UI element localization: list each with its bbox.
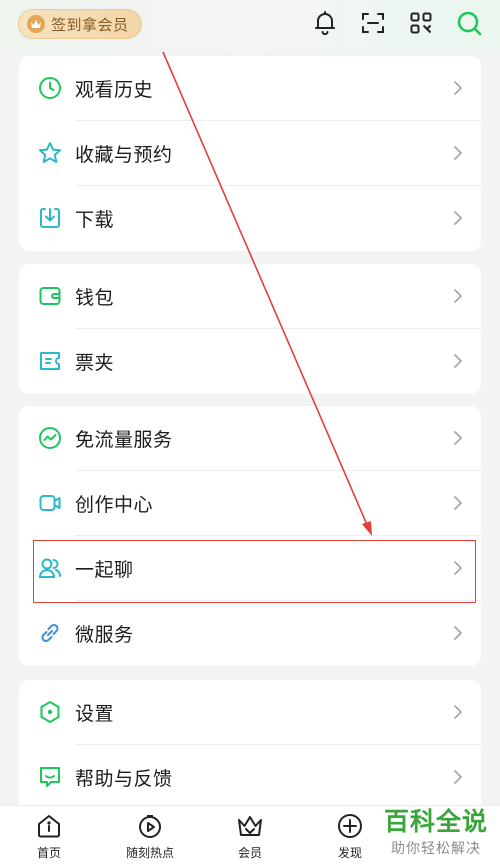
menu-item-ticket-holder[interactable]: 票夹 xyxy=(19,329,481,394)
chevron-right-icon xyxy=(453,625,463,641)
tab-vip[interactable]: 会员 xyxy=(220,812,280,861)
star-icon xyxy=(38,141,62,165)
tab-label: 首页 xyxy=(36,846,61,860)
tab-label: 发现 xyxy=(337,846,362,860)
menu-item-label: 票夹 xyxy=(75,352,115,374)
search-icon[interactable] xyxy=(456,10,482,36)
chevron-right-icon xyxy=(453,145,463,161)
menu-item-wallet[interactable]: 钱包 xyxy=(19,264,481,329)
tab-label: 会员 xyxy=(237,846,262,860)
watermark-title: 百科全说 xyxy=(383,807,488,836)
menu-group-history: 观看历史 收藏与预约 下载 xyxy=(19,56,481,251)
hex-settings-icon xyxy=(38,700,62,724)
menu-item-label: 微服务 xyxy=(75,624,134,646)
download-icon xyxy=(38,206,62,230)
menu-item-creator-center[interactable]: 创作中心 xyxy=(19,471,481,536)
chevron-right-icon xyxy=(453,769,463,785)
menu-item-label: 收藏与预约 xyxy=(75,144,173,166)
menu-item-micro-services[interactable]: 微服务 xyxy=(19,601,481,666)
feedback-icon xyxy=(38,765,62,789)
tab-home[interactable]: 首页 xyxy=(19,812,79,861)
menu-item-free-data[interactable]: 免流量服务 xyxy=(19,406,481,471)
menu-group-services: 免流量服务 创作中心 一起聊 微服务 xyxy=(19,406,481,666)
checkin-vip-button[interactable]: 签到拿会员 xyxy=(18,9,142,39)
menu-item-favorites[interactable]: 收藏与预约 xyxy=(19,121,481,186)
menu-item-label: 设置 xyxy=(75,703,115,725)
menu-group-settings: 设置 帮助与反馈 xyxy=(19,680,481,820)
trend-icon xyxy=(38,426,62,450)
home-icon xyxy=(35,812,63,840)
scan-icon[interactable] xyxy=(360,10,386,36)
chevron-right-icon xyxy=(453,704,463,720)
menu-item-label: 帮助与反馈 xyxy=(75,768,173,790)
clock-icon xyxy=(38,76,62,100)
watermark: 百科全说 助你轻松解决 xyxy=(384,808,488,858)
menu-item-download[interactable]: 下载 xyxy=(19,186,481,251)
hot-icon xyxy=(136,812,164,840)
chevron-right-icon xyxy=(453,430,463,446)
highlight-box xyxy=(33,540,476,603)
chevron-right-icon xyxy=(453,353,463,369)
menu-item-label: 观看历史 xyxy=(75,79,154,101)
chevron-right-icon xyxy=(453,80,463,96)
menu-group-wallet: 钱包 票夹 xyxy=(19,264,481,394)
chevron-right-icon xyxy=(453,495,463,511)
menu-item-label: 免流量服务 xyxy=(75,429,173,451)
wallet-icon xyxy=(38,284,62,308)
menu-item-label: 下载 xyxy=(75,209,115,231)
plus-circle-icon xyxy=(336,812,364,840)
menu-item-help-feedback[interactable]: 帮助与反馈 xyxy=(19,745,481,810)
chevron-right-icon xyxy=(453,288,463,304)
watermark-subtitle: 助你轻松解决 xyxy=(390,841,481,857)
chevron-right-icon xyxy=(453,210,463,226)
crown-icon xyxy=(236,812,264,840)
menu-item-settings[interactable]: 设置 xyxy=(19,680,481,745)
tab-hot[interactable]: 随刻热点 xyxy=(120,812,180,861)
menu-item-label: 钱包 xyxy=(75,287,115,309)
bell-icon[interactable] xyxy=(312,10,338,36)
crown-icon xyxy=(27,15,45,33)
tab-label: 随刻热点 xyxy=(125,846,174,860)
top-bar: 签到拿会员 xyxy=(0,0,500,50)
qr-code-icon[interactable] xyxy=(408,10,434,36)
link-icon xyxy=(38,621,62,645)
checkin-vip-label: 签到拿会员 xyxy=(51,15,129,34)
video-camera-icon xyxy=(38,491,62,515)
menu-item-label: 创作中心 xyxy=(75,494,154,516)
tab-discover[interactable]: 发现 xyxy=(320,812,380,861)
menu-item-watch-history[interactable]: 观看历史 xyxy=(19,56,481,121)
ticket-icon xyxy=(38,349,62,373)
